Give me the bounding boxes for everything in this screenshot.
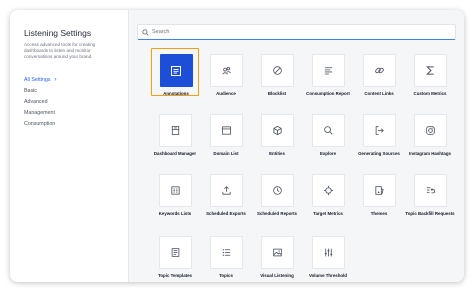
tile-label: Keywords Lists bbox=[158, 211, 192, 216]
tile-content-links[interactable]: Content Links bbox=[354, 54, 404, 112]
sidebar-description: Access advanced tools for creating dashb… bbox=[24, 42, 96, 59]
generating-sources-icon bbox=[362, 114, 396, 147]
tile-label: Domain List bbox=[213, 151, 239, 156]
tile-scheduled-exports[interactable]: Scheduled Exports bbox=[201, 174, 251, 232]
tile-entities[interactable]: Entities bbox=[252, 114, 302, 172]
tile-instagram-hashtags[interactable]: Instagram Hashtags bbox=[405, 114, 455, 172]
search-bar[interactable] bbox=[137, 24, 456, 40]
tile-audience[interactable]: Audience bbox=[201, 54, 251, 112]
tile-themes[interactable]: Themes bbox=[354, 174, 404, 232]
sidebar-item-label: Basic bbox=[24, 87, 37, 94]
topics-icon bbox=[209, 236, 243, 269]
tile-label: Volume Threshold bbox=[309, 273, 347, 278]
tile-generating-sources[interactable]: Generating Sources bbox=[354, 114, 404, 172]
tile-domain-list[interactable]: Domain List bbox=[201, 114, 251, 172]
link-icon bbox=[362, 54, 396, 87]
volume-threshold-icon bbox=[311, 236, 345, 269]
tile-label: Generating Sources bbox=[358, 151, 400, 156]
tile-scheduled-reports[interactable]: Scheduled Reports bbox=[252, 174, 302, 232]
sidebar-item-label: All Settings bbox=[24, 76, 51, 83]
settings-grid-panel: Annotations Audience Blocklist Consumpti… bbox=[129, 10, 464, 282]
chevron-right-icon: › bbox=[54, 76, 57, 83]
clock-icon bbox=[260, 174, 294, 207]
sidebar-nav: All Settings › Basic Advanced Management… bbox=[24, 74, 57, 129]
blocklist-icon bbox=[260, 54, 294, 87]
explore-icon bbox=[311, 114, 345, 147]
sidebar-item-label: Advanced bbox=[24, 98, 48, 105]
sidebar-item-basic[interactable]: Basic bbox=[24, 85, 57, 96]
tile-label: Topic Templates bbox=[158, 273, 192, 278]
sidebar: Listening Settings Access advanced tools… bbox=[10, 10, 129, 282]
sidebar-item-label: Consumption bbox=[24, 120, 56, 127]
tile-label: Target Metrics bbox=[313, 211, 343, 216]
tile-label: Scheduled Exports bbox=[206, 211, 246, 216]
export-icon bbox=[209, 174, 243, 207]
tile-dashboard-manager[interactable]: Dashboard Manager bbox=[150, 114, 200, 172]
audience-icon bbox=[209, 54, 243, 87]
entities-icon bbox=[260, 114, 294, 147]
tile-visual-listening[interactable]: Visual Listening bbox=[252, 236, 302, 282]
tile-label: Annotations bbox=[163, 91, 189, 96]
tile-label: Themes bbox=[370, 211, 388, 216]
tile-label: Dashboard Manager bbox=[153, 151, 197, 156]
tile-label: Content Links bbox=[364, 91, 394, 96]
tile-label: Custom Metrics bbox=[413, 91, 447, 96]
tile-label: Blocklist bbox=[267, 91, 287, 96]
backfill-icon bbox=[413, 174, 447, 207]
tile-topic-templates[interactable]: Topic Templates bbox=[150, 236, 200, 282]
tile-label: Visual Listening bbox=[260, 273, 294, 278]
tile-annotations[interactable]: Annotations bbox=[151, 48, 201, 112]
tile-label: Entities bbox=[269, 151, 285, 156]
tile-label: Topic Backfill Requests bbox=[405, 211, 455, 216]
tile-label: Consumption Report bbox=[306, 91, 350, 96]
tile-topic-backfill-requests[interactable]: Topic Backfill Requests bbox=[405, 174, 455, 232]
keywords-lists-icon bbox=[158, 174, 192, 207]
annotations-icon bbox=[159, 54, 193, 87]
tile-blocklist[interactable]: Blocklist bbox=[252, 54, 302, 112]
tile-explore[interactable]: Explore bbox=[303, 114, 353, 172]
topic-templates-icon bbox=[158, 236, 192, 269]
sidebar-item-label: Management bbox=[24, 109, 55, 116]
search-input[interactable] bbox=[152, 29, 442, 35]
tile-volume-threshold[interactable]: Volume Threshold bbox=[303, 236, 353, 282]
visual-listening-icon bbox=[260, 236, 294, 269]
tile-custom-metrics[interactable]: Custom Metrics bbox=[405, 54, 455, 112]
tile-label: Scheduled Reports bbox=[256, 211, 297, 216]
tile-topics[interactable]: Topics bbox=[201, 236, 251, 282]
tile-keywords-lists[interactable]: Keywords Lists bbox=[150, 174, 200, 232]
tile-label: Audience bbox=[216, 91, 236, 96]
tile-label: Topics bbox=[219, 273, 233, 278]
sidebar-item-advanced[interactable]: Advanced bbox=[24, 96, 57, 107]
consumption-report-icon bbox=[311, 54, 345, 87]
sidebar-item-all-settings[interactable]: All Settings › bbox=[24, 74, 57, 85]
search-icon bbox=[138, 28, 152, 36]
themes-icon bbox=[362, 174, 396, 207]
sigma-icon bbox=[413, 54, 447, 87]
sidebar-item-management[interactable]: Management bbox=[24, 107, 57, 118]
sidebar-title: Listening Settings bbox=[24, 28, 92, 38]
dashboard-manager-icon bbox=[158, 114, 192, 147]
tile-target-metrics[interactable]: Target Metrics bbox=[303, 174, 353, 232]
tile-label: Explore bbox=[319, 151, 337, 156]
listening-settings-window: Listening Settings Access advanced tools… bbox=[10, 10, 464, 282]
tile-consumption-report[interactable]: Consumption Report bbox=[303, 54, 353, 112]
target-icon bbox=[311, 174, 345, 207]
tile-label: Instagram Hashtags bbox=[409, 151, 451, 156]
sidebar-item-consumption[interactable]: Consumption bbox=[24, 118, 57, 129]
domain-list-icon bbox=[209, 114, 243, 147]
instagram-icon bbox=[413, 114, 447, 147]
